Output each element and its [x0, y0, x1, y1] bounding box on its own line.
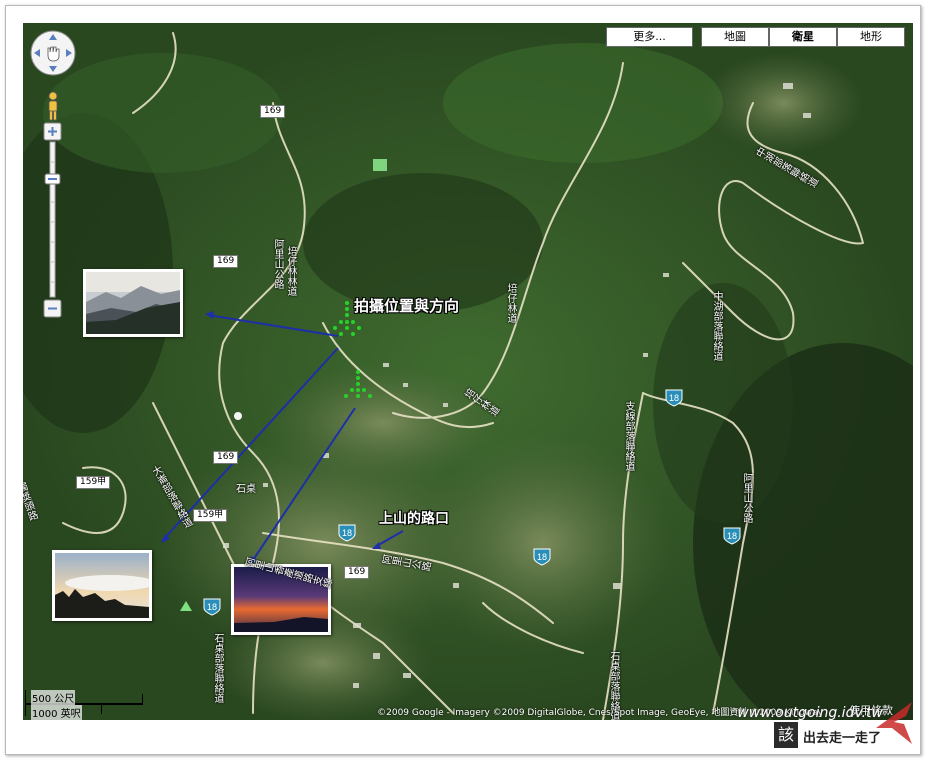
direction-line	[162, 347, 339, 541]
more-button[interactable]: 更多...	[606, 27, 693, 47]
road-name: 阿里山公路	[274, 240, 285, 291]
photo-thumbnail-mountains[interactable]	[83, 269, 183, 337]
zoom-track	[49, 141, 56, 298]
tent-icon	[180, 601, 192, 611]
road-name: 石桌部落聯絡道	[214, 634, 225, 705]
scale-bar: 500 公尺 1000 英呎	[25, 690, 145, 720]
map-type-satellite-button[interactable]: 衛星	[769, 27, 837, 47]
photo-mountains	[86, 272, 180, 334]
route-overlay	[161, 159, 404, 611]
route-shield: 169	[213, 255, 239, 268]
route-shield: 169	[344, 566, 370, 579]
map-frame: 拍攝位置與方向 上山的路口 169 169 169 169 159甲 159甲 …	[5, 5, 921, 755]
watermark-signature: 出去走一走了	[803, 731, 882, 746]
signature-seal-icon: 該	[774, 722, 798, 748]
bird-icon	[876, 702, 912, 744]
road-name: 中湖部落聯絡道	[713, 292, 724, 363]
shooting-position-label: 拍攝位置與方向	[354, 297, 460, 315]
hand-icon	[47, 46, 60, 62]
direction-line	[207, 314, 339, 337]
satellite-map[interactable]: 拍攝位置與方向 上山的路口 169 169 169 169 159甲 159甲 …	[23, 23, 913, 720]
camera-marker	[344, 370, 372, 398]
road-name: 培仔林林道	[287, 247, 298, 298]
scale-imperial: 1000 英呎	[31, 705, 82, 720]
route-shield: 159甲	[193, 509, 228, 522]
map-type-terrain-button[interactable]: 地形	[837, 27, 905, 47]
arrow-head	[205, 311, 214, 319]
sun-icon	[234, 412, 242, 420]
arrow-head	[372, 542, 381, 549]
map-type-map-button[interactable]: 地圖	[701, 27, 769, 47]
route-shield: 169	[260, 105, 286, 118]
direction-line	[250, 407, 356, 564]
mountain-entrance-label: 上山的路口	[379, 511, 449, 527]
route-shield: 159甲	[76, 476, 111, 489]
watermark-url: www.outgoing.idv.tw	[737, 705, 883, 720]
scale-metric: 500 公尺	[31, 690, 76, 705]
road-name: 支線部落聯絡道	[625, 402, 636, 473]
photo-clouds	[55, 553, 149, 618]
road-name: 阿里山公路	[743, 474, 754, 525]
photo-icon	[373, 159, 387, 171]
photo-thumbnail-sea-of-clouds[interactable]	[52, 550, 152, 621]
zoom-control[interactable]	[43, 122, 63, 322]
pan-control-icon[interactable]	[29, 29, 77, 77]
arrow-head	[161, 534, 170, 543]
route-shield: 169	[213, 451, 239, 464]
pegman-icon[interactable]	[44, 91, 62, 121]
road-name: 培仔林道	[507, 284, 518, 325]
place-name: 石桌	[236, 484, 256, 495]
